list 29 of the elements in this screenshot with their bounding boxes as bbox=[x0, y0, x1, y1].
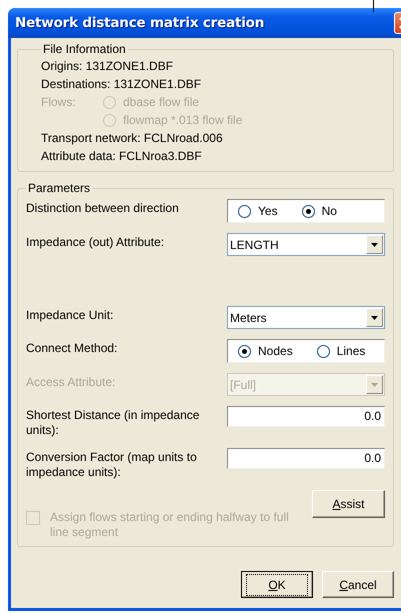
dropdown[interactable]: Meters bbox=[227, 306, 385, 329]
number-field[interactable]: 0.0 bbox=[227, 406, 385, 427]
field-label: Access Attribute: bbox=[26, 374, 116, 390]
radio-option[interactable]: Nodes bbox=[238, 342, 293, 360]
radio-option[interactable]: Lines bbox=[316, 342, 366, 360]
info-text: Attribute data: FCLNroa3.DBF bbox=[41, 148, 203, 165]
dropdown-arrow-icon bbox=[371, 316, 378, 320]
cancel-button[interactable]: Cancel bbox=[322, 571, 394, 598]
field-label: Connect Method: bbox=[26, 340, 118, 356]
ok-button[interactable]: OK bbox=[241, 571, 313, 598]
radio-option[interactable]: Yes bbox=[238, 202, 278, 220]
field-label: Impedance Unit: bbox=[26, 307, 114, 323]
field-label: Distinction between direction bbox=[26, 200, 180, 216]
group-title: Parameters bbox=[27, 181, 92, 195]
flows-label: Flows: bbox=[41, 94, 77, 111]
radio-option[interactable]: No bbox=[302, 202, 337, 220]
number-field[interactable]: 0.0 bbox=[227, 448, 385, 469]
field-label: Impedance (out) Attribute: bbox=[26, 234, 166, 250]
info-text: Origins: 131ZONE1.DBF bbox=[41, 58, 174, 75]
info-text: Destinations: 131ZONE1.DBF bbox=[41, 76, 202, 93]
field-label: Conversion Factor (map units to impedance units): bbox=[26, 449, 198, 480]
dropdown-arrow-icon bbox=[371, 242, 378, 246]
group-title: File Information bbox=[42, 42, 127, 56]
info-text: Transport network: FCLNroad.006 bbox=[41, 130, 224, 147]
window-title: Network distance matrix creation bbox=[15, 15, 264, 31]
dropdown[interactable]: LENGTH bbox=[227, 233, 385, 256]
field-label: Shortest Distance (in impedance units): bbox=[26, 407, 200, 438]
dropdown-arrow-icon bbox=[371, 382, 378, 386]
assist-button[interactable]: Assist bbox=[312, 490, 385, 518]
